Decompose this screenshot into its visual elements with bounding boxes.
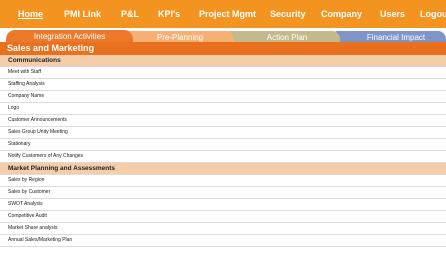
- nav-link-pl[interactable]: P&L: [121, 9, 139, 19]
- list-item[interactable]: Meet with Staff: [0, 67, 446, 79]
- nav-link-home[interactable]: Home: [18, 9, 43, 19]
- nav-link-pmi-link[interactable]: PMI Link: [64, 9, 101, 19]
- tab-strip: Financial Impact Action Plan Pre-Plannin…: [0, 28, 446, 44]
- top-navigation-bar: Home PMI Link P&L KPI's Project Mgmt Sec…: [0, 0, 446, 28]
- category-header: Communications: [0, 55, 446, 67]
- list-item[interactable]: Stationary: [0, 139, 446, 151]
- list-item[interactable]: Market Share analysis: [0, 223, 446, 235]
- list-item[interactable]: Company Name: [0, 91, 446, 103]
- list-item[interactable]: Staffing Analysis: [0, 79, 446, 91]
- list-item[interactable]: Competitive Audit: [0, 211, 446, 223]
- tab-label: Integration Activities: [33, 32, 106, 41]
- list-item[interactable]: Sales by Region: [0, 175, 446, 187]
- list-item[interactable]: Annual Sales/Marketing Plan: [0, 235, 446, 247]
- tab-label: Action Plan: [266, 33, 308, 42]
- section-title: Sales and Marketing: [0, 42, 446, 55]
- activity-list: Communications Meet with Staff Staffing …: [0, 55, 446, 247]
- list-item[interactable]: SWOT Analysis: [0, 199, 446, 211]
- tab-label: Pre-Planning: [156, 33, 204, 42]
- list-item[interactable]: Notify Customers of Any Changes: [0, 151, 446, 163]
- list-item[interactable]: Sales by Customer: [0, 187, 446, 199]
- nav-link-security[interactable]: Security: [270, 9, 306, 19]
- tab-label: Financial Impact: [366, 33, 426, 42]
- category-header: Market Planning and Assessments: [0, 163, 446, 175]
- nav-link-company[interactable]: Company: [321, 9, 362, 19]
- nav-link-users[interactable]: Users: [380, 9, 405, 19]
- list-item[interactable]: Logo: [0, 103, 446, 115]
- nav-link-logout[interactable]: Logou: [420, 9, 446, 19]
- list-item[interactable]: Sales Group Unity Meeting: [0, 127, 446, 139]
- list-item[interactable]: Customer Announcements: [0, 115, 446, 127]
- nav-link-project-mgmt[interactable]: Project Mgmt: [199, 9, 256, 19]
- nav-link-kpis[interactable]: KPI's: [158, 9, 180, 19]
